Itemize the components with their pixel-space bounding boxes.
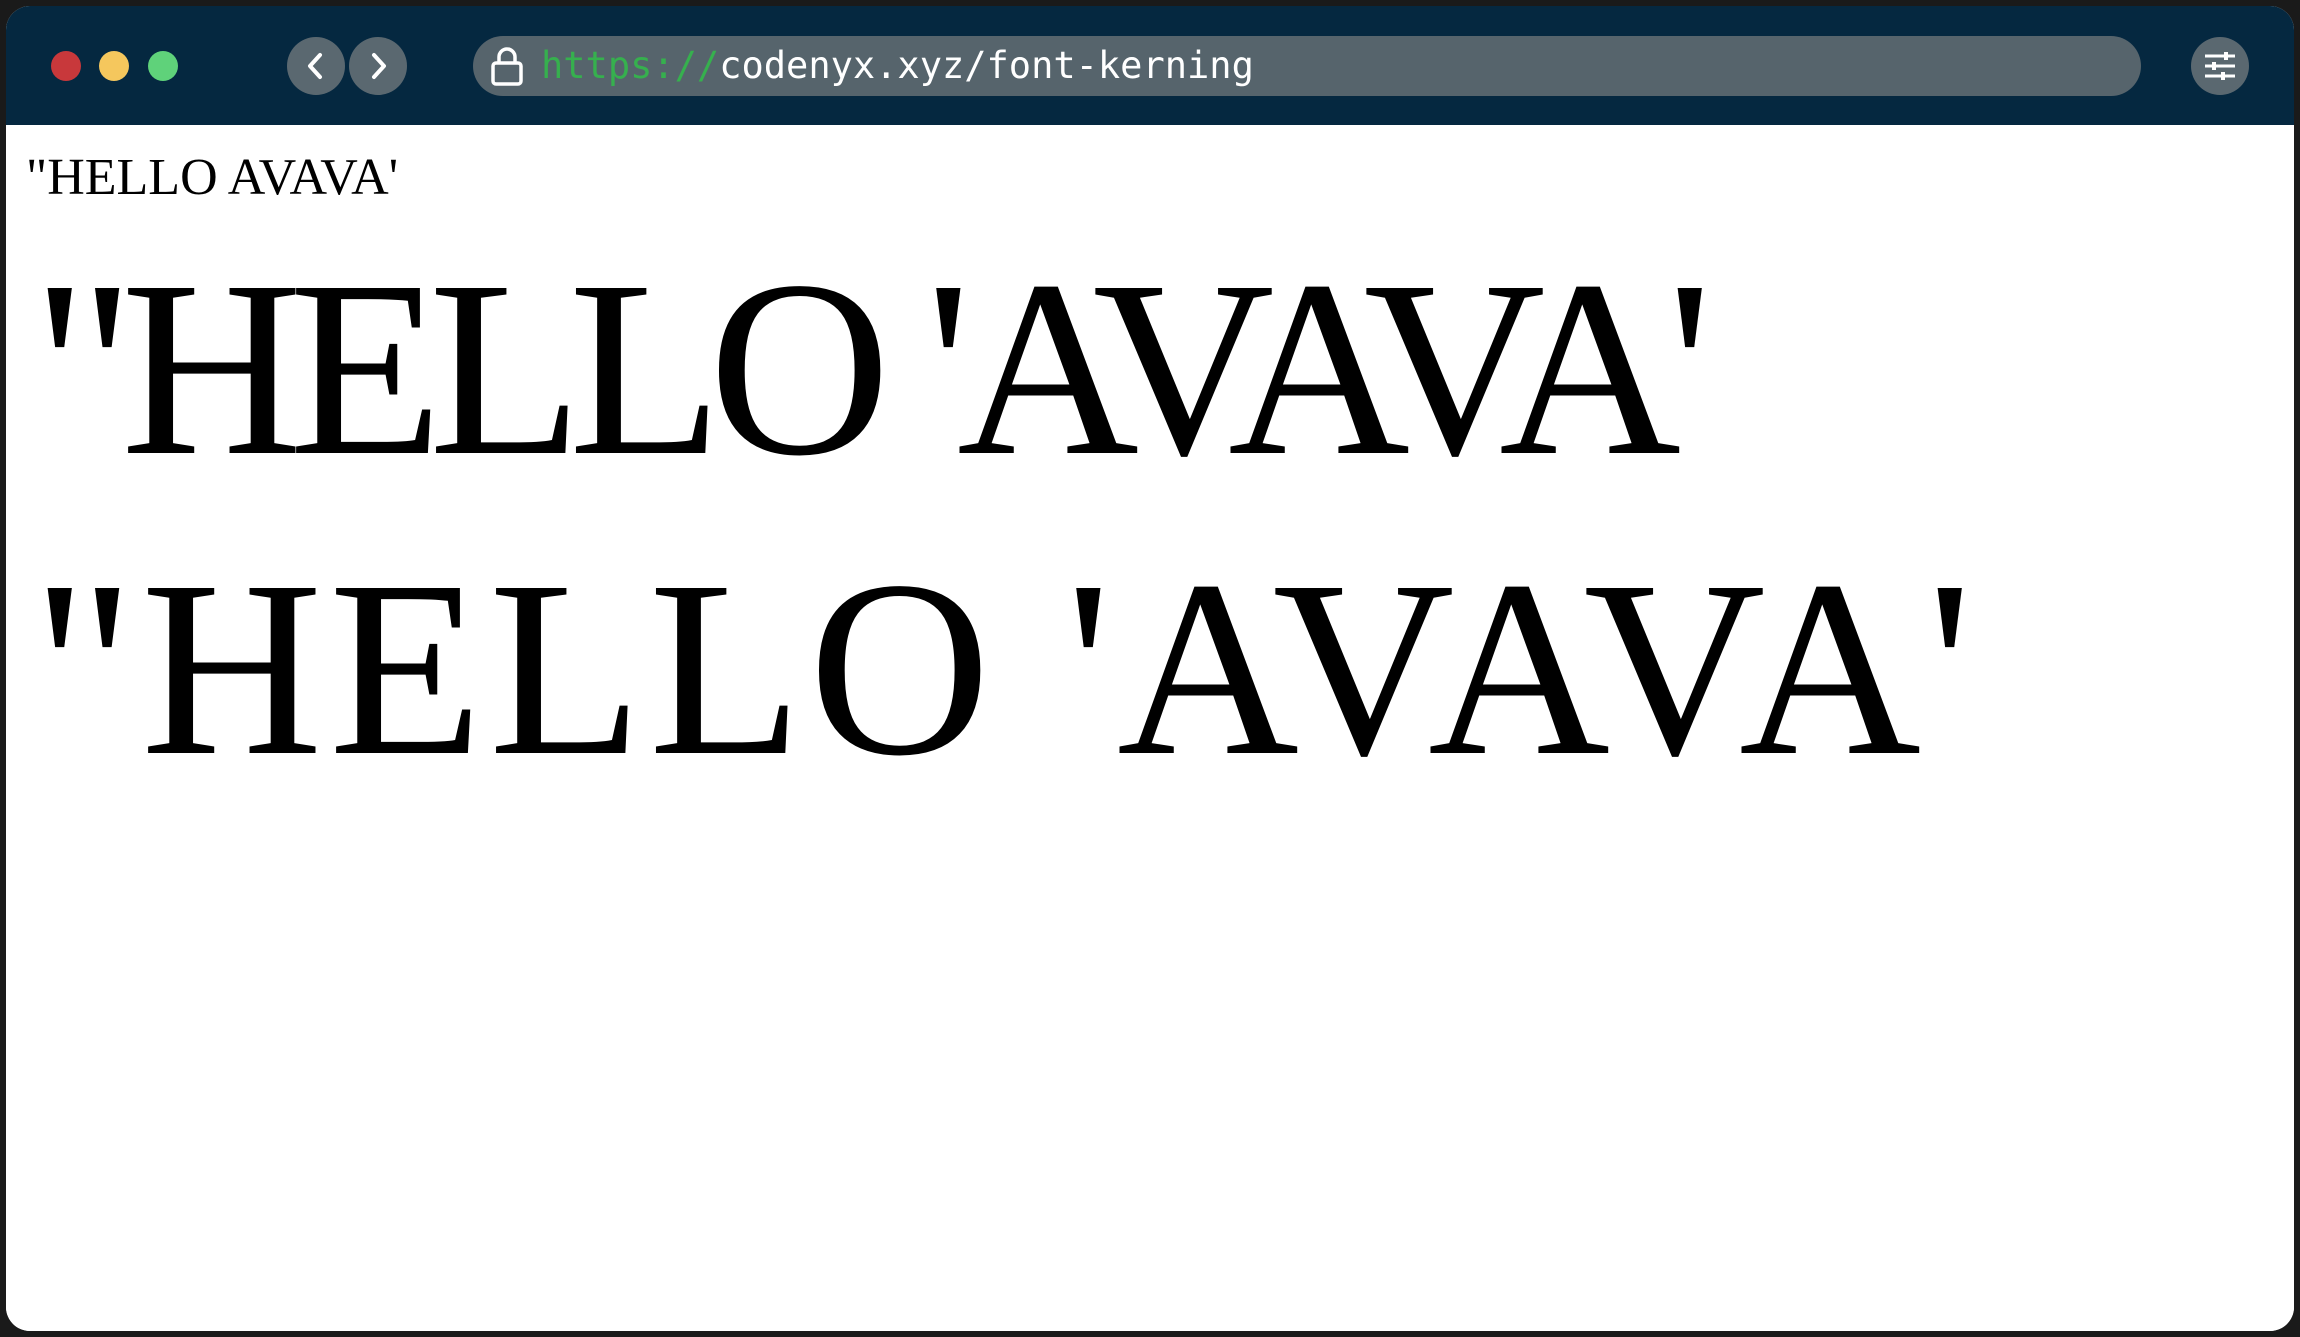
close-window-button[interactable] xyxy=(51,51,81,81)
url-text: https://codenyx.xyz/font-kerning xyxy=(541,44,1254,88)
maximize-window-button[interactable] xyxy=(148,51,178,81)
page-content: "HELLO AVAVA' "HELLO 'AVAVA' "HELLO 'AVA… xyxy=(6,125,2294,1331)
sample-text-unkerned: "HELLO 'AVAVA' xyxy=(32,528,1979,808)
browser-window: https://codenyx.xyz/font-kerning "HELLO … xyxy=(6,6,2294,1331)
address-bar[interactable]: https://codenyx.xyz/font-kerning xyxy=(473,36,2141,96)
chevron-left-icon xyxy=(308,53,322,79)
forward-button[interactable] xyxy=(349,37,407,95)
lock-icon xyxy=(491,47,523,86)
back-button[interactable] xyxy=(287,37,345,95)
settings-menu-button[interactable] xyxy=(2191,37,2249,95)
title-bar: https://codenyx.xyz/font-kerning xyxy=(6,6,2294,125)
url-path: codenyx.xyz/font-kerning xyxy=(719,44,1254,87)
sliders-icon xyxy=(2205,52,2235,80)
minimize-window-button[interactable] xyxy=(99,51,129,81)
sample-text-small: "HELLO AVAVA' xyxy=(26,149,399,206)
chevron-right-icon xyxy=(372,53,386,79)
url-scheme: https:// xyxy=(541,44,720,87)
sample-text-kerned: "HELLO 'AVAVA' xyxy=(32,228,1712,508)
